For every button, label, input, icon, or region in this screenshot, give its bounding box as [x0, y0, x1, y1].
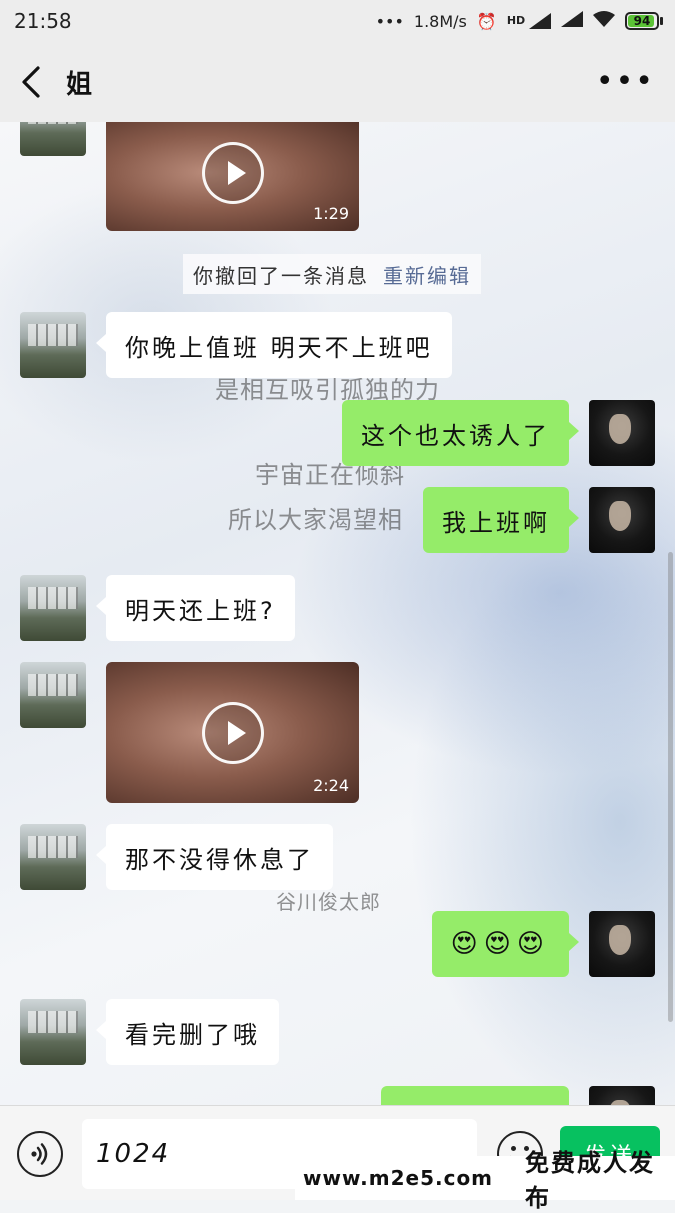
avatar[interactable] — [20, 122, 86, 156]
background-text: 所以大家渴望相 — [228, 506, 403, 534]
avatar[interactable] — [589, 487, 655, 553]
reedit-link[interactable]: 重新编辑 — [383, 260, 471, 289]
alarm-icon: ⏰ — [476, 11, 497, 31]
message-text: 我上班啊 — [442, 508, 550, 537]
message-text: 看完删了哦 — [125, 1020, 260, 1049]
hd-label: HD — [506, 14, 526, 27]
watermark-tagline: 免费成人发布 — [525, 1149, 656, 1212]
video-duration: 2:24 — [313, 776, 349, 795]
play-icon[interactable] — [201, 141, 264, 204]
dots-icon: ••• — [375, 11, 404, 31]
avatar[interactable] — [20, 662, 86, 728]
outgoing-message[interactable] — [381, 1086, 569, 1105]
watermark-site: www.m2e5.com — [303, 1166, 494, 1190]
more-dots-icon[interactable]: ••• — [596, 67, 655, 97]
avatar[interactable] — [20, 824, 86, 890]
status-icons: ••• 1.8M/s ⏰ HD 94 — [376, 11, 663, 31]
emoji-text: 😍😍😍 — [450, 929, 550, 959]
outgoing-message[interactable]: 我上班啊 — [423, 487, 579, 553]
network-speed: 1.8M/s — [413, 11, 467, 31]
battery-tip — [660, 17, 663, 25]
input-value: 1024 — [96, 1139, 171, 1169]
avatar[interactable] — [20, 312, 86, 378]
wifi-icon — [593, 11, 615, 31]
status-time: 21:58 — [14, 9, 72, 33]
background-text: 谷川俊太郎 — [276, 890, 381, 914]
battery-body: 94 — [625, 12, 659, 30]
video-message[interactable]: 2:24 — [106, 662, 359, 803]
message-text: 这个也太诱人了 — [361, 421, 550, 450]
message-text: 你晚上值班 明天不上班吧 — [125, 333, 433, 362]
hd-signal-icon: HD — [507, 13, 551, 29]
signal-icon — [561, 11, 583, 31]
message-text: 明天还上班? — [125, 596, 276, 625]
incoming-message[interactable]: 你晚上值班 明天不上班吧 — [96, 312, 452, 378]
recall-text: 你撤回了一条消息 — [193, 263, 369, 288]
incoming-message[interactable]: 看完删了哦 — [96, 999, 279, 1065]
avatar[interactable] — [589, 1086, 655, 1105]
system-notice: 你撤回了一条消息 重新编辑 — [183, 254, 481, 294]
chat-area[interactable]: 是相互吸引孤独的力 宇宙正在倾斜 所以大家渴望相 谷川俊太郎 1:29 你撤回了… — [0, 122, 675, 1105]
scrollbar[interactable] — [668, 552, 673, 1022]
site-watermark: www.m2e5.com 免费成人发布 — [295, 1149, 675, 1212]
video-message[interactable]: 1:29 — [106, 122, 359, 231]
message-text: 那不没得休息了 — [125, 845, 314, 874]
voice-icon[interactable] — [17, 1131, 63, 1177]
battery-level: 94 — [633, 14, 651, 28]
avatar[interactable] — [20, 575, 86, 641]
chat-header: 姐 ••• — [0, 42, 675, 122]
avatar[interactable] — [589, 400, 655, 466]
avatar[interactable] — [589, 911, 655, 977]
chat-title: 姐 — [66, 69, 93, 100]
incoming-message[interactable]: 明天还上班? — [96, 575, 295, 641]
incoming-message[interactable]: 那不没得休息了 — [96, 824, 333, 890]
avatar[interactable] — [20, 999, 86, 1065]
status-bar: 21:58 ••• 1.8M/s ⏰ HD 94 — [0, 0, 675, 42]
outgoing-message[interactable]: 😍😍😍 — [431, 911, 580, 977]
video-duration: 1:29 — [313, 204, 349, 223]
chevron-left-icon[interactable] — [20, 62, 50, 102]
battery-icon: 94 — [625, 12, 663, 30]
play-icon[interactable] — [201, 701, 264, 764]
outgoing-message[interactable]: 这个也太诱人了 — [342, 400, 579, 466]
